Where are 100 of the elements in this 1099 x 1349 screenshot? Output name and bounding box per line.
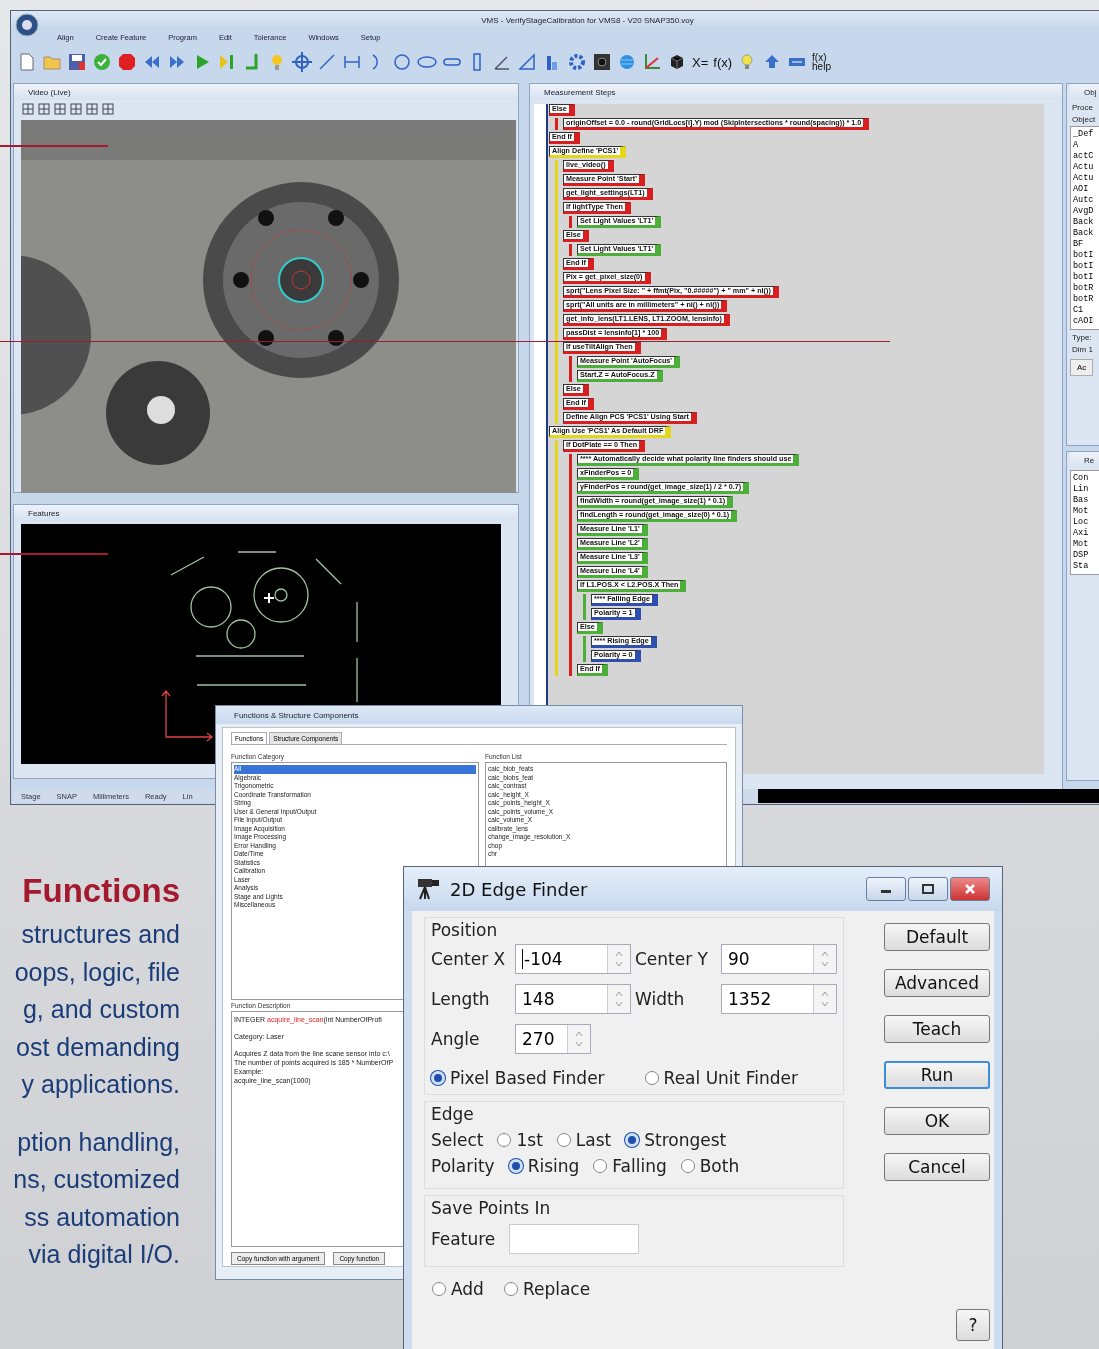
list-item[interactable]: Sta [1073,561,1099,572]
body-paragraph: ption handling, ns, customized ss automation via digital I/O. [12,1126,180,1270]
list-item[interactable]: botR [1073,294,1099,305]
field-label: Angle [431,1029,481,1049]
dialog-button[interactable]: Default [884,923,990,951]
minimize-button[interactable] [866,877,906,901]
radio-button[interactable]: Replace [503,1279,591,1299]
number-field[interactable]: 90 [721,944,837,974]
dialog-button[interactable]: Run [884,1061,990,1089]
number-field[interactable]: 270 [515,1024,591,1054]
maximize-icon [922,884,934,894]
list-item[interactable]: BF [1073,239,1099,250]
grid-icon[interactable] [54,103,66,115]
list-item[interactable]: Axi [1073,528,1099,539]
axis-arrows-icon [161,689,214,742]
list-item[interactable]: Mot [1073,539,1099,550]
list-item[interactable]: Back [1073,228,1099,239]
radio-button[interactable]: Both [680,1156,740,1176]
circle-icon[interactable] [392,52,412,72]
field-label: Proce [1072,103,1094,112]
radio-button[interactable]: Real Unit Finder [644,1068,798,1088]
maximize-button[interactable] [908,877,948,901]
crosshair-icon[interactable] [292,52,312,72]
field-label: Polarity [431,1156,495,1176]
help-button[interactable]: ? [956,1309,990,1341]
toolbar-button[interactable]: f(x) [713,54,733,70]
group-title: Position [431,920,499,940]
group-title: Save Points In [431,1198,552,1218]
panel-title: Features [28,508,60,518]
number-field[interactable]: -104 [515,944,631,974]
radio-button[interactable]: Falling [593,1156,667,1176]
radio-button[interactable]: Add [432,1279,484,1299]
list-item[interactable]: botI [1073,261,1099,272]
triangle-icon[interactable] [517,52,537,72]
list-item[interactable]: C1 [1073,305,1099,316]
axes-icon[interactable] [642,52,662,72]
list-item[interactable]: A [1073,140,1099,151]
globe-icon[interactable] [617,52,637,72]
panel-title: Re [1084,455,1095,465]
list-item[interactable]: Autc [1073,195,1099,206]
camera-icon[interactable] [592,52,612,72]
field-label: Center X [431,949,507,969]
radio-button[interactable]: Rising [508,1156,580,1176]
grid-icon[interactable] [38,103,50,115]
list-item[interactable]: AOI [1073,184,1099,195]
list-item[interactable]: Bas [1073,495,1099,506]
list-item[interactable]: Back [1073,217,1099,228]
list-item[interactable]: Con [1073,473,1099,484]
list-item[interactable]: botI [1073,272,1099,283]
toolbar-button[interactable]: X= [692,54,709,70]
panel-title: Measurement Steps [544,87,616,97]
line-icon[interactable] [317,52,337,72]
dialog-button[interactable]: OK [884,1107,990,1135]
field-label: Center Y [635,949,709,969]
panel-button[interactable]: Ac [1070,359,1094,376]
number-field[interactable]: 148 [515,984,631,1014]
close-button[interactable] [950,877,990,901]
new-document-icon[interactable] [17,52,37,72]
list-item[interactable]: Mot [1073,506,1099,517]
list-item[interactable]: Actu [1073,162,1099,173]
save-icon[interactable] [67,52,87,72]
check-circle-icon[interactable] [92,52,112,72]
field-label: Select [431,1130,484,1150]
dialog-button[interactable]: Teach [884,1015,990,1043]
window-title: VMS - VerifyStageCalibration for VMS8 - V20 SNAP350.voy [481,15,694,25]
list-item[interactable]: botR [1073,283,1099,294]
field-label: Type: [1072,333,1093,342]
help-button[interactable]: f(x) help [812,53,831,71]
radio-button[interactable]: Last [556,1130,612,1150]
dialog-button[interactable]: Advanced [884,969,990,997]
number-field[interactable]: 1352 [721,984,837,1014]
list-item[interactable]: AvgD [1073,206,1099,217]
field-label: Dim 1 [1072,345,1094,354]
grid-icon[interactable] [70,103,82,115]
gear-icon[interactable] [567,52,587,72]
dialog-title: 2D Edge Finder [450,878,589,900]
feature-field[interactable] [509,1224,640,1254]
grid-icon[interactable] [102,103,114,115]
list-item[interactable]: Loc [1073,517,1099,528]
field-label: Feature [431,1229,496,1249]
list-item[interactable]: actC [1073,151,1099,162]
list-item[interactable]: cAOI [1073,316,1099,327]
tripod-camera-icon [416,877,442,901]
group-title: Edge [431,1104,475,1124]
stop-icon[interactable] [117,52,137,72]
list-item[interactable]: botI [1073,250,1099,261]
panel-title: Video (Live) [28,87,71,97]
list-item[interactable]: Lin [1073,484,1099,495]
grid-icon[interactable] [22,103,34,115]
body-paragraph: structures and oops, logic, file g, and custom ost demanding y applications. [13,919,180,1100]
dialog-button[interactable]: Cancel [884,1153,990,1181]
radio-button[interactable]: 1st [497,1130,543,1150]
list-item[interactable]: Actu [1073,173,1099,184]
app-orb-icon[interactable] [15,13,39,37]
field-label: Object [1072,115,1097,124]
radio-button[interactable]: Strongest [625,1130,727,1150]
radio-button[interactable]: Pixel Based Finder [431,1068,605,1088]
list-item[interactable]: DSP [1073,550,1099,561]
field-label: Width [635,989,686,1009]
grid-icon[interactable] [86,103,98,115]
